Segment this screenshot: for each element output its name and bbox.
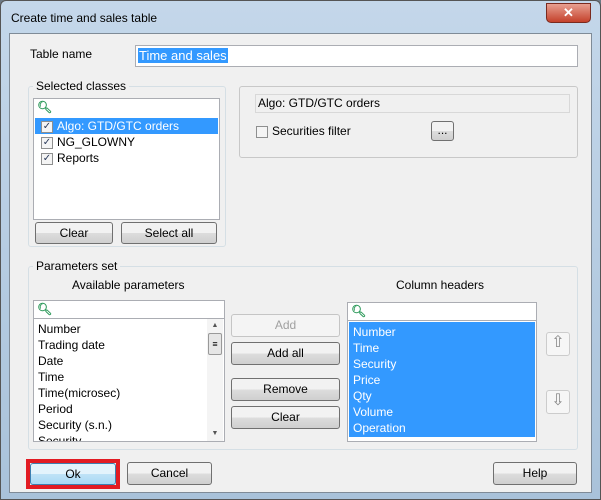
- class-item[interactable]: ✓ Reports: [35, 150, 218, 166]
- classes-list[interactable]: 🔍︎ ✓ Algo: GTD/GTC orders ✓ NG_GLOWNY ✓ Rep…: [33, 98, 220, 220]
- class-label: NG_GLOWNY: [57, 135, 136, 149]
- parameter-item[interactable]: Period: [34, 401, 224, 417]
- clear-classes-button[interactable]: Clear: [35, 222, 113, 244]
- arrow-down-icon: ⇩: [551, 392, 565, 409]
- scroll-down-icon[interactable]: ▼: [207, 427, 223, 441]
- clear-columns-button[interactable]: Clear: [231, 406, 340, 429]
- add-button[interactable]: Add: [231, 314, 340, 337]
- checkbox[interactable]: [256, 125, 268, 138]
- close-button[interactable]: ✕: [546, 3, 591, 23]
- column-headers-list[interactable]: Number Time Security Price Qty Volume Operatio…: [347, 320, 537, 442]
- column-headers-header: Column headers: [396, 278, 485, 292]
- parameter-item[interactable]: Time: [349, 340, 535, 356]
- scrollbar[interactable]: ▲ ≡ ▼: [207, 319, 223, 441]
- arrow-up-icon: ⇧: [551, 334, 565, 351]
- search-icon: 🔍︎: [351, 304, 367, 318]
- scroll-up-icon[interactable]: ▲: [207, 319, 223, 333]
- checkbox[interactable]: ✓: [41, 136, 53, 149]
- parameter-item[interactable]: Security: [349, 356, 535, 372]
- columns-search-input[interactable]: 🔍︎: [347, 302, 537, 321]
- parameter-item[interactable]: Date: [34, 353, 224, 369]
- selected-classes-label: Selected classes: [33, 79, 130, 93]
- parameter-item[interactable]: Price: [349, 372, 535, 388]
- checkbox[interactable]: ✓: [41, 152, 53, 165]
- help-button[interactable]: Help: [493, 462, 577, 485]
- current-class-field: Algo: GTD/GTC orders: [255, 94, 570, 113]
- table-name-label: Table name: [30, 47, 93, 61]
- class-item[interactable]: ✓ Algo: GTD/GTC orders: [35, 118, 218, 134]
- remove-button[interactable]: Remove: [231, 378, 340, 401]
- securities-filter-checkbox[interactable]: Securities filter: [254, 124, 351, 138]
- parameter-item[interactable]: Qty: [349, 388, 535, 404]
- available-parameters-header: Available parameters: [72, 278, 185, 292]
- search-icon[interactable]: 🔍︎: [34, 99, 219, 115]
- available-parameters-list[interactable]: Number Trading date Date Time Time(microsec)…: [33, 318, 225, 442]
- parameter-item[interactable]: Trading date: [34, 337, 224, 353]
- parameter-item[interactable]: Time: [34, 369, 224, 385]
- ok-button[interactable]: Ok: [30, 463, 116, 485]
- table-name-input[interactable]: Time and sales: [135, 45, 578, 67]
- parameter-item[interactable]: Time(microsec): [34, 385, 224, 401]
- table-name-value: Time and sales: [138, 48, 228, 63]
- checkbox[interactable]: ✓: [41, 120, 53, 133]
- search-icon: 🔍︎: [37, 302, 53, 316]
- parameter-item[interactable]: Volume: [349, 404, 535, 420]
- select-all-button[interactable]: Select all: [121, 222, 217, 244]
- add-all-button[interactable]: Add all: [231, 342, 340, 365]
- parameter-item[interactable]: Security: [34, 433, 224, 441]
- class-item[interactable]: ✓ NG_GLOWNY: [35, 134, 218, 150]
- parameter-item[interactable]: Operation: [349, 420, 535, 436]
- parameter-item[interactable]: Number: [349, 324, 535, 340]
- available-search-input[interactable]: 🔍︎: [33, 300, 225, 319]
- scroll-thumb[interactable]: ≡: [208, 333, 222, 355]
- parameter-item[interactable]: Number: [34, 321, 224, 337]
- window-title: Create time and sales table: [11, 11, 158, 25]
- move-up-button[interactable]: ⇧: [546, 332, 570, 356]
- securities-filter-browse-button[interactable]: ...: [431, 121, 454, 141]
- parameter-item[interactable]: Security (s.n.): [34, 417, 224, 433]
- class-label: Reports: [57, 151, 100, 165]
- class-label: Algo: GTD/GTC orders: [57, 119, 180, 133]
- parameters-label: Parameters set: [33, 259, 121, 273]
- securities-filter-label: Securities filter: [272, 124, 351, 138]
- cancel-button[interactable]: Cancel: [127, 462, 212, 485]
- move-down-button[interactable]: ⇩: [546, 390, 570, 414]
